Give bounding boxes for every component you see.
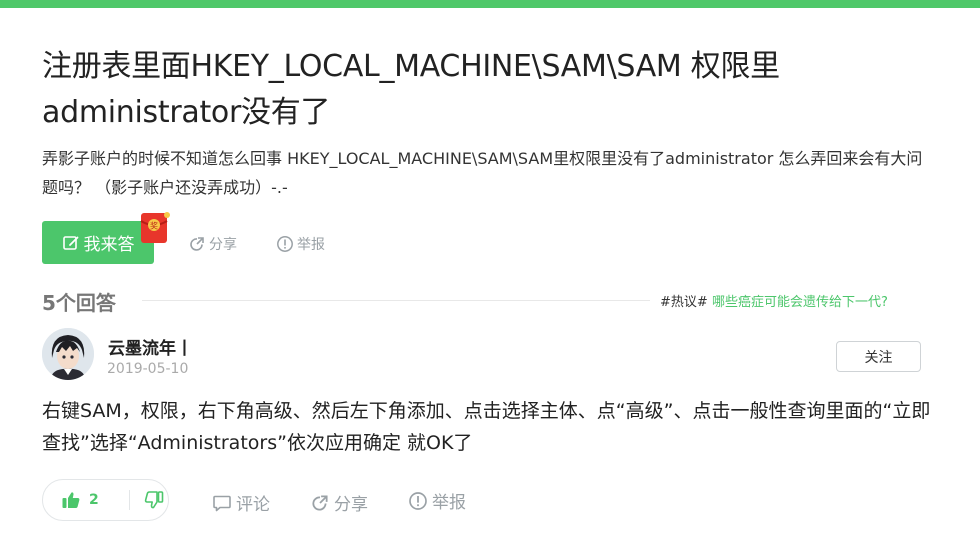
hot-topic-tag: #热议# [660, 295, 708, 310]
question-description: 弄影子账户的时候不知道怎么回事 HKEY_LOCAL_MACHINE\SAM\S… [42, 149, 923, 197]
question-title: 注册表里面HKEY_LOCAL_MACHINE\SAM\SAM 权限里admin… [42, 49, 780, 130]
answer-username[interactable]: 云墨流年丨 [108, 334, 193, 359]
question-share-button[interactable]: 分享 [188, 234, 237, 254]
share-icon [190, 237, 204, 251]
thumb-down-icon [144, 491, 164, 509]
comment-label: 评论 [236, 495, 270, 515]
section-divider [142, 300, 650, 301]
thumb-up-icon [62, 492, 80, 508]
comment-icon [213, 495, 231, 511]
answer-share-button[interactable]: 分享 [310, 490, 368, 515]
answer-button-label: 我来答 [83, 235, 135, 255]
like-button[interactable]: 2 [43, 490, 121, 510]
answer-share-label: 分享 [334, 495, 368, 515]
dislike-button[interactable] [144, 490, 164, 510]
hot-topic-link[interactable]: 哪些癌症可能会遗传给下一代? [712, 295, 888, 310]
answer-report-label: 举报 [432, 493, 466, 513]
vote-separator [129, 490, 130, 510]
edit-icon [62, 234, 80, 252]
answer-report-button[interactable]: 举报 [408, 488, 466, 513]
report-icon [409, 491, 427, 510]
top-accent-bar [0, 0, 980, 8]
redpacket-icon[interactable]: 奖 [139, 211, 171, 247]
report-icon [277, 236, 293, 252]
answers-count: 5个回答 [42, 291, 116, 315]
answer-content: 右键SAM，权限，右下角高级、然后左下角添加、点击选择主体、点“高级”、点击一般… [42, 400, 931, 454]
svg-text:奖: 奖 [150, 221, 158, 231]
question-share-label: 分享 [209, 237, 237, 253]
share-icon [312, 494, 328, 511]
vote-widget: 2 [42, 479, 169, 521]
comment-button[interactable]: 评论 [212, 490, 270, 515]
hot-topic: #热议# 哪些癌症可能会遗传给下一代? [660, 291, 888, 310]
avatar[interactable] [42, 328, 94, 380]
question-report-button[interactable]: 举报 [276, 234, 325, 254]
answer-date: 2019-05-10 [107, 361, 189, 377]
question-report-label: 举报 [297, 237, 325, 253]
answer-button[interactable]: 我来答 [42, 221, 154, 264]
like-count: 2 [89, 492, 99, 508]
follow-button[interactable]: 关注 [836, 341, 921, 372]
